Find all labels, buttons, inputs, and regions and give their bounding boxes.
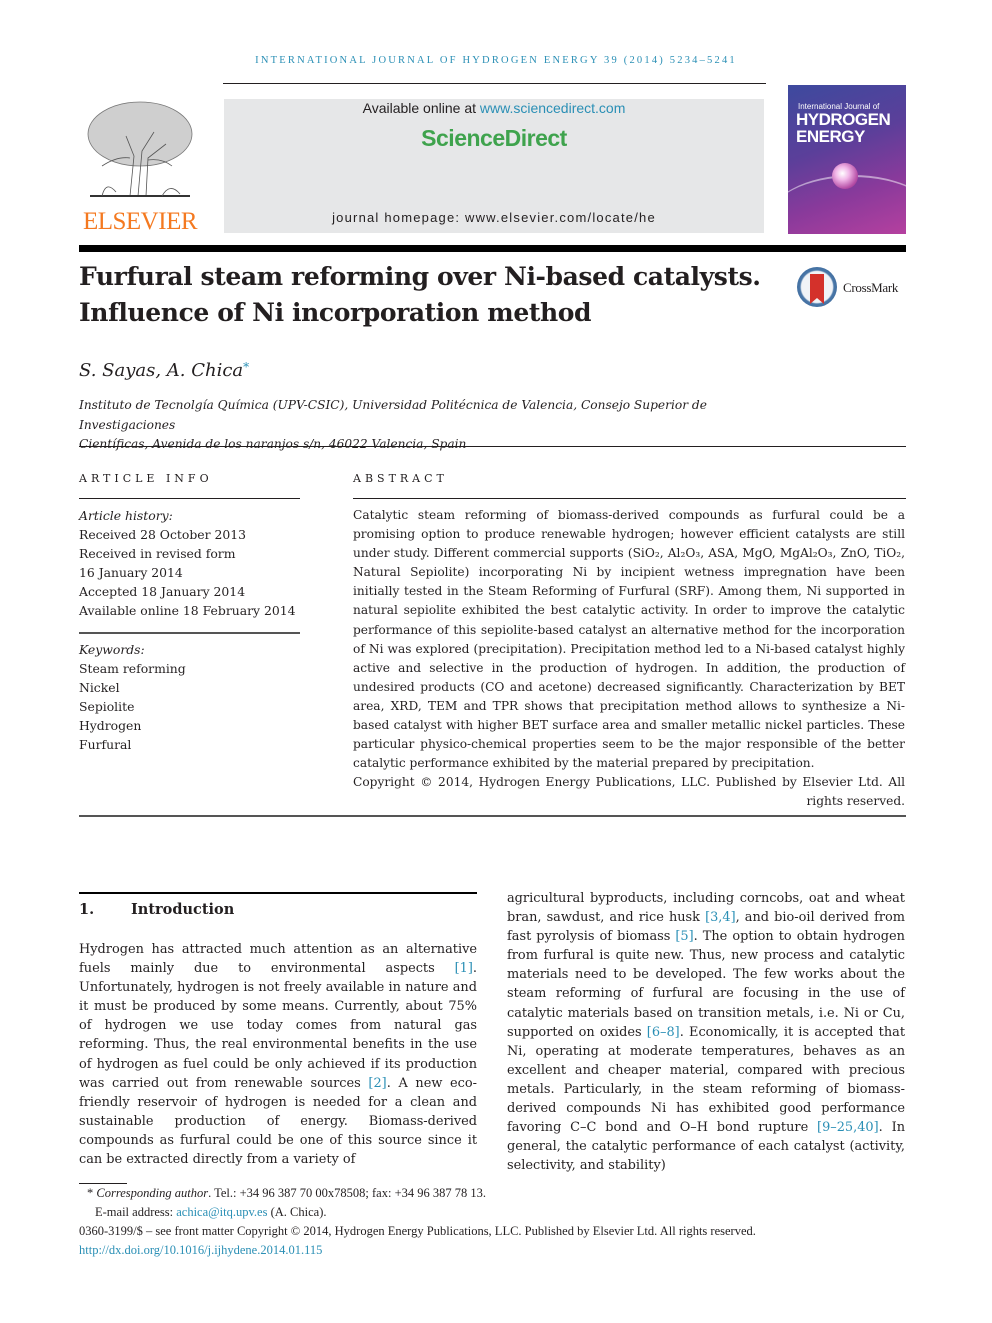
intro-left-column: Hydrogen has attracted much attention as… bbox=[79, 940, 477, 1169]
keyword-item: Hydrogen bbox=[79, 718, 142, 734]
title-line-2: Influence of Ni incorporation method bbox=[79, 298, 592, 327]
available-online-text: Available online at www.sciencedirect.co… bbox=[224, 100, 764, 116]
running-head: INTERNATIONAL JOURNAL OF HYDROGEN ENERGY… bbox=[255, 55, 737, 66]
crossmark-label: CrossMark bbox=[843, 280, 899, 295]
footnotes: * Corresponding author. Tel.: +34 96 387… bbox=[79, 1184, 909, 1260]
affiliation-rule bbox=[79, 446, 906, 447]
body-text: Hydrogen has attracted much attention as… bbox=[79, 942, 477, 977]
article-info-rule bbox=[79, 498, 300, 499]
abstract-rule bbox=[353, 498, 906, 499]
tree-icon bbox=[87, 101, 193, 197]
keywords-label: Keywords: bbox=[79, 642, 145, 657]
citation-link[interactable]: [5] bbox=[675, 929, 693, 944]
history-label: Article history: bbox=[79, 508, 173, 523]
keyword-item: Sepiolite bbox=[79, 699, 135, 715]
journal-homepage[interactable]: journal homepage: www.elsevier.com/locat… bbox=[224, 210, 764, 225]
abstract-heading: ABSTRACT bbox=[353, 472, 448, 485]
section-rule bbox=[79, 892, 477, 894]
corresponding-label: Corresponding author bbox=[96, 1186, 209, 1200]
authors: S. Sayas, A. Chica* bbox=[79, 360, 249, 381]
elsevier-wordmark: ELSEVIER bbox=[82, 208, 198, 235]
cover-title-line1: HYDROGEN bbox=[796, 110, 891, 129]
email-suffix: (A. Chica). bbox=[267, 1205, 327, 1219]
history-item: Received in revised form bbox=[79, 546, 236, 562]
history-item: Accepted 18 January 2014 bbox=[79, 584, 246, 600]
header-rule bbox=[223, 83, 766, 84]
crossmark-button[interactable]: CrossMark bbox=[797, 267, 909, 311]
available-online-label: Available online at bbox=[362, 100, 480, 116]
elsevier-logo[interactable]: ELSEVIER bbox=[79, 96, 201, 236]
title-line-1: Furfural steam reforming over Ni-based c… bbox=[79, 262, 761, 291]
citation-link[interactable]: [9–25,40] bbox=[817, 1120, 879, 1135]
body-text: . Unfortunately, hydrogen is not freely … bbox=[79, 961, 477, 1091]
affiliation-line-1: Instituto de Tecnolgía Química (UPV-CSIC… bbox=[79, 398, 707, 432]
intro-right-column: agricultural byproducts, including cornc… bbox=[507, 889, 905, 1175]
contact-info: . Tel.: +34 96 387 70 00x78508; fax: +34… bbox=[208, 1186, 486, 1200]
cover-orb-icon bbox=[832, 163, 858, 189]
sciencedirect-banner: Available online at www.sciencedirect.co… bbox=[224, 99, 764, 233]
keyword-item: Nickel bbox=[79, 680, 120, 696]
keywords-rule bbox=[79, 632, 300, 634]
abstract-body: Catalytic steam reforming of biomass-der… bbox=[353, 506, 905, 812]
email-label: E-mail address: bbox=[95, 1205, 177, 1219]
email-note: E-mail address: achica@itq.upv.es (A. Ch… bbox=[79, 1203, 909, 1222]
citation-link[interactable]: [1] bbox=[455, 961, 473, 976]
citation-link[interactable]: [6–8] bbox=[647, 1025, 680, 1040]
abstract-copyright: Copyright © 2014, Hydrogen Energy Public… bbox=[353, 775, 905, 809]
article-history: Article history: Received 28 October 201… bbox=[79, 506, 300, 621]
keyword-item: Furfural bbox=[79, 737, 132, 753]
article-title: Furfural steam reforming over Ni-based c… bbox=[79, 259, 779, 331]
keyword-item: Steam reforming bbox=[79, 661, 186, 677]
citation-link[interactable]: [2] bbox=[368, 1076, 386, 1091]
citation-link[interactable]: [3,4] bbox=[705, 910, 736, 925]
crossmark-icon bbox=[797, 267, 837, 307]
keywords: Keywords: Steam reforming Nickel Sepioli… bbox=[79, 640, 300, 755]
history-item: Available online 18 February 2014 bbox=[79, 603, 296, 619]
abstract-paragraph: Catalytic steam reforming of biomass-der… bbox=[353, 508, 905, 771]
cover-title-line2: ENERGY bbox=[796, 127, 865, 146]
history-item: 16 January 2014 bbox=[79, 565, 183, 581]
cover-title: HYDROGEN ENERGY bbox=[796, 110, 891, 146]
article-info-heading: ARTICLE INFO bbox=[79, 472, 213, 485]
body-text: . Economically, it is accepted that Ni, … bbox=[507, 1024, 905, 1136]
corresponding-author-link[interactable]: * bbox=[243, 360, 249, 374]
footnote-mark: * bbox=[87, 1186, 94, 1200]
body-text: . The option to obtain hydrogen from fur… bbox=[507, 929, 905, 1040]
sciencedirect-link[interactable]: www.sciencedirect.com bbox=[480, 100, 626, 116]
email-link[interactable]: achica@itq.upv.es bbox=[176, 1205, 267, 1219]
sciencedirect-logo[interactable]: ScienceDirect bbox=[224, 125, 764, 152]
abstract-bottom-rule bbox=[79, 815, 906, 817]
affiliation-line-2: Científicas, Avenida de los naranjos s/n… bbox=[79, 437, 467, 451]
section-title: Introduction bbox=[131, 901, 235, 918]
author-names: S. Sayas, A. Chica bbox=[79, 360, 244, 381]
history-item: Received 28 October 2013 bbox=[79, 527, 247, 543]
corresponding-author-note: * Corresponding author. Tel.: +34 96 387… bbox=[79, 1184, 909, 1203]
doi-link[interactable]: http://dx.doi.org/10.1016/j.ijhydene.201… bbox=[79, 1241, 909, 1260]
section-heading-introduction: 1. Introduction bbox=[79, 901, 234, 918]
section-number: 1. bbox=[79, 901, 95, 918]
front-matter: 0360-3199/$ – see front matter Copyright… bbox=[79, 1224, 756, 1238]
journal-cover[interactable]: International Journal of HYDROGEN ENERGY bbox=[788, 85, 906, 234]
header-thick-rule bbox=[79, 245, 906, 252]
